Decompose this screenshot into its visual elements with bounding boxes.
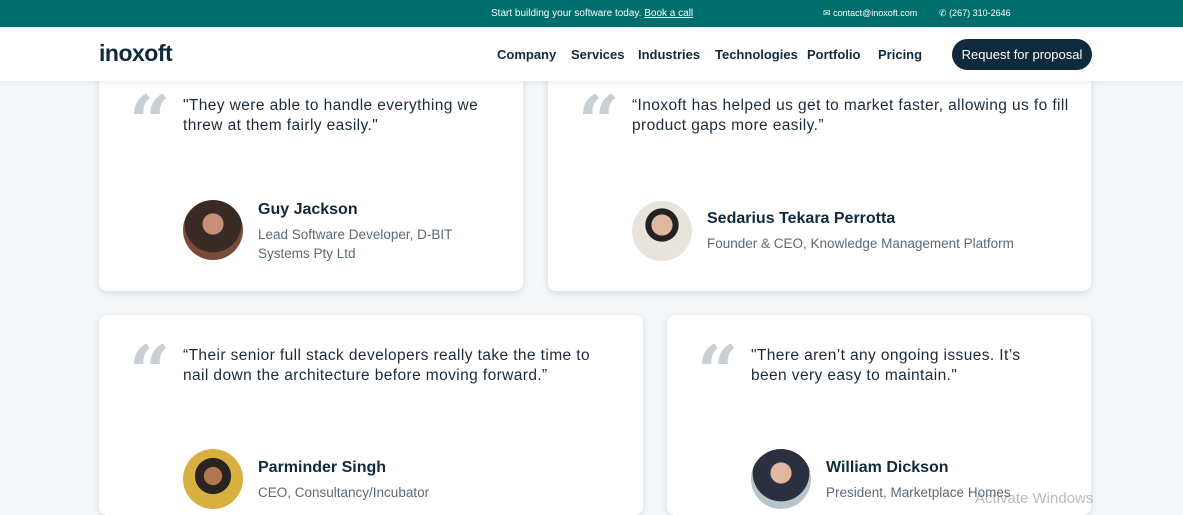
nav-services[interactable]: Services [571,47,625,62]
author-name: William Dickson [826,459,949,476]
author-role: Founder & CEO, Knowledge Management Plat… [707,236,1014,251]
mail-icon: ✉ [823,8,831,18]
testimonial-quote: "There aren’t any ongoing issues. It’s b… [751,347,1021,384]
nav-portfolio[interactable]: Portfolio [807,47,860,62]
testimonial-quote: “Their senior full stack developers real… [183,347,590,384]
activate-windows-watermark: Activate Windows [975,490,1094,507]
author-role: CEO, Consultancy/Incubator [258,485,430,500]
request-proposal-button[interactable]: Request for proposal [952,39,1092,70]
announcement-bar: Start building your software today. Book… [0,0,1183,27]
nav-company[interactable]: Company [497,47,556,62]
email-link[interactable]: ✉ contact@inoxoft.com [823,8,917,19]
quote-icon: “ [129,79,171,164]
book-call-link[interactable]: Book a call [644,8,693,19]
site-header: inoxoft Company Services Industries Tech… [0,27,1183,81]
nav-technologies[interactable]: Technologies [715,47,798,62]
avatar [183,449,243,509]
author-role: Lead Software Developer, D-BIT Systems P… [258,227,453,261]
avatar [183,200,243,260]
nav-industries[interactable]: Industries [638,47,700,62]
phone-icon: ✆ [939,8,947,18]
quote-icon: “ [697,329,739,414]
nav-pricing[interactable]: Pricing [878,47,922,62]
logo[interactable]: inoxoft [99,40,173,67]
testimonial-card: “ "There aren’t any ongoing issues. It’s… [667,315,1091,515]
testimonial-card: “ “Their senior full stack developers re… [99,315,643,515]
quote-icon: “ [578,79,620,164]
avatar [751,449,811,509]
testimonial-quote: “Inoxoft has helped us get to market fas… [632,97,1069,134]
avatar [632,201,692,261]
author-name: Parminder Singh [258,459,387,476]
phone-link[interactable]: ✆ (267) 310-2646 [939,8,1011,19]
quote-icon: “ [129,329,171,414]
testimonial-quote: "They were able to handle everything we … [183,97,479,134]
author-name: Sedarius Tekara Perrotta [707,210,896,227]
author-name: Guy Jackson [258,201,358,218]
promo-text: Start building your software today. Book… [491,8,694,19]
